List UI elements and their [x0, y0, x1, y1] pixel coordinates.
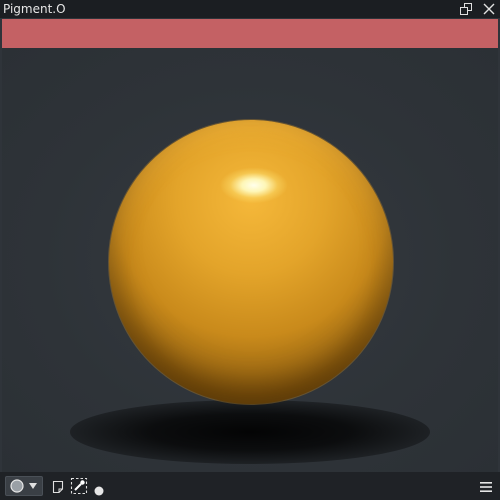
preview-sphere — [109, 120, 393, 404]
sphere-shadow — [70, 400, 430, 464]
pigment-docker: Pigment.O — [0, 0, 500, 500]
title-bar: Pigment.O — [0, 0, 500, 18]
float-docker-button[interactable] — [458, 1, 474, 17]
hamburger-menu-icon — [480, 482, 492, 492]
color-picker-button[interactable] — [70, 477, 88, 499]
note-icon — [52, 480, 64, 494]
float-window-icon — [460, 3, 472, 15]
window-title: Pigment.O — [3, 2, 66, 16]
dot-icon — [94, 486, 104, 496]
close-docker-button[interactable] — [481, 1, 497, 17]
docker-menu-button[interactable] — [479, 479, 493, 498]
shape-selector-dropdown[interactable] — [5, 476, 43, 496]
color-picker-selection-icon — [70, 477, 88, 495]
bottom-toolbar — [0, 472, 500, 500]
color-dot-button[interactable] — [94, 481, 104, 500]
close-icon — [483, 3, 495, 15]
notes-button[interactable] — [52, 479, 64, 498]
chevron-down-icon — [29, 483, 37, 489]
active-color-swatch[interactable] — [2, 19, 498, 48]
color-preview-area[interactable] — [2, 48, 498, 472]
